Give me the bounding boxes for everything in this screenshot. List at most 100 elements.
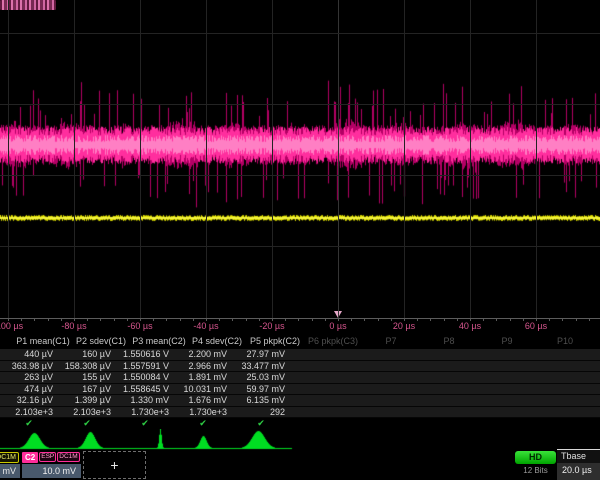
- axis-minor-tick: [430, 318, 431, 321]
- axis-minor-tick: [457, 318, 458, 321]
- gridline-vertical: [206, 0, 207, 318]
- measure-table-header: P1 mean(C1)P2 sdev(C1)P3 mean(C2)P4 sdev…: [14, 336, 600, 348]
- measure-param-header[interactable]: P4 sdev(C2): [188, 336, 246, 348]
- gridline-vertical: [74, 0, 75, 318]
- measure-value: 2.966 mV: [174, 361, 232, 372]
- hd-mode-badge[interactable]: HD: [515, 451, 556, 464]
- gridline-vertical: [8, 0, 9, 318]
- measure-param-header[interactable]: P6 pkpk(C3): [304, 336, 362, 348]
- measure-value: 1.557591 V: [116, 361, 174, 372]
- c2-descriptor-top-row: C2 ESP DC1M: [22, 451, 81, 463]
- timebase-descriptor[interactable]: Tbase 20.0 µs: [557, 449, 600, 480]
- measure-stat-row: 363.98 µV158.308 µV1.557591 V2.966 mV33.…: [0, 361, 600, 373]
- axis-minor-tick: [100, 318, 101, 321]
- measure-value: 2.200 mV: [174, 349, 232, 360]
- add-trace-button[interactable]: +: [83, 451, 146, 479]
- measure-param-header[interactable]: P2 sdev(C1): [72, 336, 130, 348]
- c1-vdiv-value: 0 mV: [0, 464, 20, 478]
- measure-value: 59.97 mV: [232, 384, 290, 395]
- axis-minor-tick: [285, 318, 286, 321]
- measure-value: 160 µV: [58, 349, 116, 360]
- measure-value: 155 µV: [58, 372, 116, 383]
- axis-minor-tick: [48, 318, 49, 321]
- timebase-title: Tbase: [557, 450, 600, 463]
- time-axis-label: -40 µs: [193, 321, 218, 331]
- measure-value: 2.103e+3: [58, 407, 116, 418]
- measure-param-header[interactable]: P10: [536, 336, 594, 348]
- axis-minor-tick: [34, 318, 35, 321]
- measure-param-header[interactable]: P11: [594, 336, 600, 348]
- histicon-strip: [0, 429, 600, 451]
- measure-param-header[interactable]: P5 pkpk(C2): [246, 336, 304, 348]
- measure-stat-row: 32.16 µV1.399 µV1.330 mV1.676 mV6.135 mV: [0, 395, 600, 407]
- gridline-horizontal: [0, 246, 600, 247]
- measure-param-header[interactable]: P1 mean(C1): [14, 336, 72, 348]
- hd-bits-label: 12 Bits: [512, 466, 559, 475]
- measure-value: 292: [232, 407, 290, 418]
- measure-param-header[interactable]: P8: [420, 336, 478, 348]
- axis-minor-tick: [312, 318, 313, 321]
- measure-value: 363.98 µV: [0, 361, 58, 372]
- axis-minor-tick: [166, 318, 167, 321]
- time-axis-label: 40 µs: [459, 321, 481, 331]
- axis-minor-tick: [153, 318, 154, 321]
- measure-param-header[interactable]: P7: [362, 336, 420, 348]
- measure-value: 10.031 mV: [174, 384, 232, 395]
- measure-status-row: ✔✔✔✔✔: [0, 418, 600, 429]
- measure-stat-row: 474 µV167 µV1.558645 V10.031 mV59.97 mV: [0, 384, 600, 396]
- axis-minor-tick: [417, 318, 418, 321]
- channel-c2-descriptor[interactable]: C2 ESP DC1M 10.0 mV: [22, 451, 81, 480]
- axis-minor-tick: [246, 318, 247, 321]
- time-axis-label: -60 µs: [127, 321, 152, 331]
- axis-minor-tick: [180, 318, 181, 321]
- waveform-canvas: [0, 0, 600, 332]
- measure-value: 1.730e+3: [174, 407, 232, 418]
- timebase-value: 20.0 µs: [557, 463, 600, 480]
- axis-minor-tick: [549, 318, 550, 321]
- measure-param-header[interactable]: P3 mean(C2): [130, 336, 188, 348]
- measure-stat-row: 2.103e+32.103e+31.730e+31.730e+3292: [0, 407, 600, 419]
- measure-value: 440 µV: [0, 349, 58, 360]
- axis-minor-tick: [351, 318, 352, 321]
- measure-value: 1.891 mV: [174, 372, 232, 383]
- gridline-vertical: [272, 0, 273, 318]
- axis-minor-tick: [219, 318, 220, 321]
- measure-value: 1.558645 V: [116, 384, 174, 395]
- axis-minor-tick: [378, 318, 379, 321]
- gridline-vertical: [470, 0, 471, 318]
- time-axis-label: 60 µs: [525, 321, 547, 331]
- axis-minor-tick: [114, 318, 115, 321]
- measure-param-header[interactable]: P9: [478, 336, 536, 348]
- measure-value: 1.676 mV: [174, 395, 232, 406]
- measure-value: 32.16 µV: [0, 395, 58, 406]
- measure-value: 1.550084 V: [116, 372, 174, 383]
- measure-table: P1 mean(C1)P2 sdev(C1)P3 mean(C2)P4 sdev…: [0, 336, 600, 429]
- grid-area: -100 µs-80 µs-60 µs-40 µs-20 µs0 µs20 µs…: [0, 0, 600, 332]
- axis-minor-tick: [510, 318, 511, 321]
- axis-minor-tick: [523, 318, 524, 321]
- measure-stat-row: 440 µV160 µV1.550616 V2.200 mV27.97 mV: [0, 349, 600, 361]
- axis-minor-tick: [483, 318, 484, 321]
- measure-value: 6.135 mV: [232, 395, 290, 406]
- time-axis-label: -100 µs: [0, 321, 23, 331]
- time-axis-label: 20 µs: [393, 321, 415, 331]
- measure-value: 25.03 mV: [232, 372, 290, 383]
- axis-minor-tick: [444, 318, 445, 321]
- axis-minor-tick: [325, 318, 326, 321]
- measure-value: 27.97 mV: [232, 349, 290, 360]
- oscilloscope-screen: -100 µs-80 µs-60 µs-40 µs-20 µs0 µs20 µs…: [0, 0, 600, 480]
- c1-coupling-badge: DC1M: [0, 452, 19, 463]
- gridline-horizontal: [0, 33, 600, 34]
- axis-minor-tick: [87, 318, 88, 321]
- measure-value: 1.399 µV: [58, 395, 116, 406]
- gridline-horizontal: [0, 175, 600, 176]
- c2-vdiv-value: 10.0 mV: [22, 464, 81, 478]
- channel-c1-descriptor[interactable]: DC1M 0 mV: [0, 451, 21, 480]
- gridline-vertical: [338, 0, 339, 318]
- c2-eres-badge: ESP: [39, 452, 56, 462]
- gridline-horizontal: [0, 104, 600, 105]
- plus-icon: +: [110, 457, 118, 473]
- measure-ok-check-icon: ✔: [174, 418, 232, 429]
- gridline-vertical: [536, 0, 537, 318]
- measure-value: 167 µV: [58, 384, 116, 395]
